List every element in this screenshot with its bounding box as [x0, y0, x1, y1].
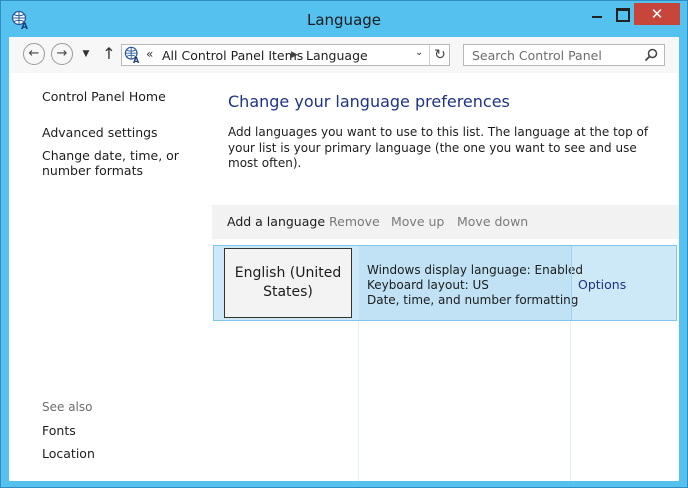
- remove-button: Remove: [329, 214, 380, 229]
- add-language-button[interactable]: Add a language: [227, 214, 325, 229]
- move-up-button: Move up: [391, 214, 445, 229]
- options-cell: Options: [571, 246, 677, 320]
- address-overflow-chevron[interactable]: «: [146, 47, 153, 61]
- column-divider: [570, 321, 571, 481]
- date-time-formatting-info: Date, time, and number formatting: [367, 293, 579, 307]
- address-dropdown-icon[interactable]: ⌄: [415, 47, 427, 58]
- change-date-time-formats-link[interactable]: Change date, time, or number formats: [42, 148, 212, 178]
- navigation-bar: ← → ▼ ↑ A « All Control Panel Items ▶ La…: [9, 37, 679, 73]
- title-bar[interactable]: A Language ✕: [1, 1, 687, 37]
- search-placeholder: Search Control Panel: [472, 48, 602, 63]
- language-options-link[interactable]: Options: [578, 277, 626, 292]
- back-button[interactable]: ←: [23, 43, 45, 65]
- window-body: ← → ▼ ↑ A « All Control Panel Items ▶ La…: [9, 37, 679, 481]
- maximize-button[interactable]: [609, 3, 635, 25]
- language-name-tile[interactable]: English (United States): [224, 248, 352, 318]
- svg-text:A: A: [133, 55, 140, 64]
- recent-locations-button[interactable]: ▼: [79, 45, 93, 63]
- language-list-row[interactable]: English (United States) Windows display …: [213, 245, 677, 321]
- control-panel-home-link[interactable]: Control Panel Home: [42, 89, 166, 104]
- search-icon[interactable]: [644, 48, 658, 62]
- language-window: A Language ✕ ← → ▼ ↑ A « All Control Pan…: [0, 0, 688, 488]
- minimize-button[interactable]: [584, 3, 610, 25]
- breadcrumb-all-control-panel-items[interactable]: All Control Panel Items: [162, 48, 303, 63]
- language-toolbar: Add a language Remove Move up Move down: [212, 205, 679, 239]
- search-input[interactable]: Search Control Panel: [463, 44, 665, 66]
- address-bar[interactable]: A « All Control Panel Items ▶ Language ⌄…: [121, 44, 450, 66]
- move-down-button: Move down: [457, 214, 529, 229]
- breadcrumb-separator-icon[interactable]: ▶: [291, 48, 298, 62]
- page-title: Change your language preferences: [228, 92, 510, 111]
- language-info-cell: Windows display language: Enabled Keyboa…: [359, 246, 583, 320]
- breadcrumb-language[interactable]: Language: [306, 48, 368, 63]
- display-language-status: Windows display language: Enabled: [367, 263, 584, 277]
- column-divider: [358, 321, 359, 481]
- main-content: Change your language preferences Add lan…: [212, 73, 679, 481]
- keyboard-layout-info: Keyboard layout: US: [367, 278, 489, 292]
- refresh-button[interactable]: ↻: [429, 45, 450, 65]
- fonts-link[interactable]: Fonts: [42, 423, 76, 438]
- up-button[interactable]: ↑: [101, 44, 117, 64]
- language-globe-icon: A: [124, 46, 140, 64]
- close-button[interactable]: ✕: [634, 3, 680, 25]
- advanced-settings-link[interactable]: Advanced settings: [42, 125, 158, 140]
- page-description: Add languages you want to use to this li…: [228, 125, 649, 170]
- left-pane: Control Panel Home Advanced settings Cha…: [9, 73, 212, 481]
- see-also-label: See also: [42, 400, 93, 414]
- forward-button[interactable]: →: [51, 43, 73, 65]
- location-link[interactable]: Location: [42, 446, 95, 461]
